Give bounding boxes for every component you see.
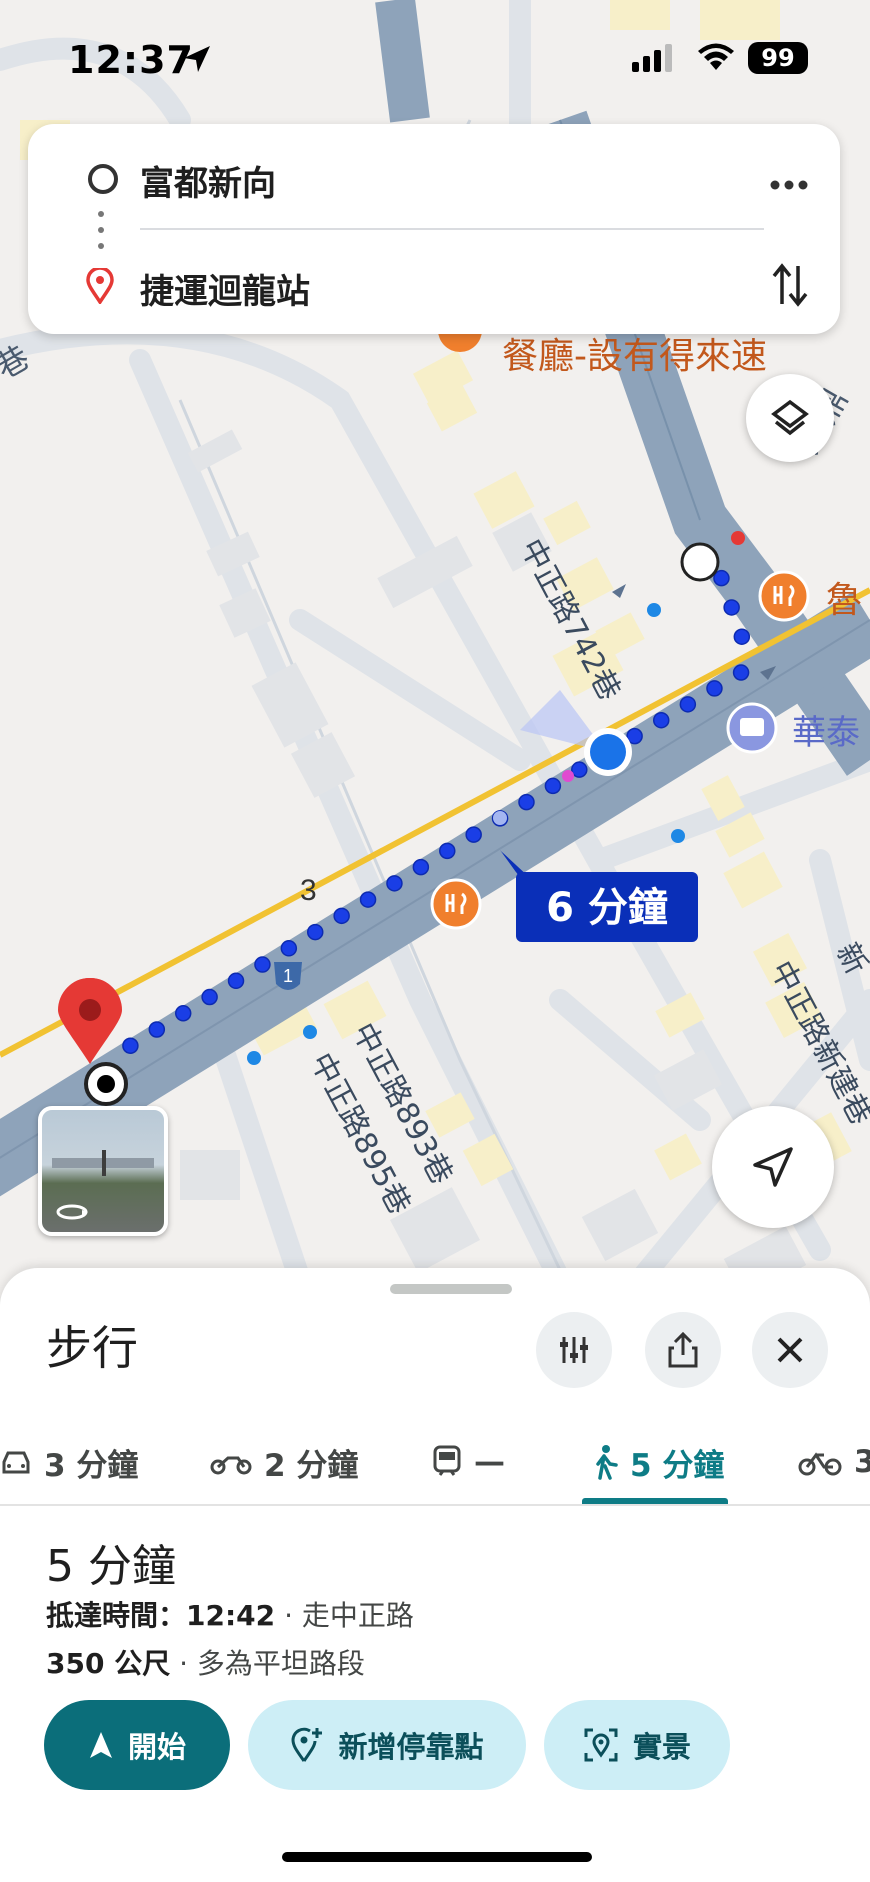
route-dot — [386, 875, 403, 892]
tab-motorcycle[interactable]: 2 分鐘 — [210, 1418, 358, 1506]
route-duration: 5 分鐘 — [46, 1541, 176, 1592]
route-dot — [122, 1037, 139, 1055]
route-dot — [333, 907, 350, 925]
more-options-icon[interactable] — [768, 164, 810, 206]
cellular-signal-icon — [632, 44, 672, 72]
tab-walking[interactable]: 5 分鐘 — [592, 1418, 724, 1506]
clock: 12:37 — [68, 38, 194, 82]
layers-button[interactable] — [746, 374, 834, 462]
mode-title: 步行 — [46, 1321, 138, 1375]
route-dot — [706, 680, 723, 697]
car-icon — [2, 1451, 30, 1474]
route-dot — [439, 842, 456, 860]
route-dot — [359, 891, 377, 908]
battery-indicator: 99 — [748, 42, 808, 74]
svg-text:1: 1 — [283, 966, 293, 986]
highway-number-3: 3 — [300, 874, 317, 907]
tab-cycling[interactable]: 3 — [798, 1418, 870, 1506]
route-dot — [306, 923, 324, 941]
add-location-icon — [291, 1727, 323, 1762]
walk-icon — [596, 1445, 618, 1480]
svg-text:6 分鐘: 6 分鐘 — [546, 885, 668, 931]
route-dot — [652, 711, 670, 729]
route-dot — [412, 858, 430, 876]
transit-icon — [433, 1445, 461, 1476]
route-dot — [227, 972, 245, 990]
add-stop-button[interactable]: 新增停靠點 — [248, 1700, 526, 1790]
start-button[interactable]: 開始 — [44, 1700, 230, 1790]
route-dot — [518, 793, 535, 811]
recenter-navigation-button[interactable] — [712, 1106, 834, 1228]
bike-icon — [798, 1452, 842, 1476]
terrain-note: · 多為平坦路段 — [179, 1647, 365, 1680]
route-dot — [280, 940, 298, 957]
divider — [0, 1504, 870, 1506]
tab-driving[interactable]: 3 分鐘 — [0, 1418, 138, 1506]
rotate-360-icon — [52, 1150, 154, 1220]
route-options-button[interactable] — [536, 1312, 612, 1388]
route-dot — [544, 777, 562, 795]
poi-label-huatai[interactable]: 華泰 — [792, 713, 860, 753]
location-arrow-icon — [184, 46, 210, 72]
close-button[interactable] — [752, 1312, 828, 1388]
arrival-time: 12:42 — [186, 1599, 276, 1632]
route-dot — [732, 664, 750, 681]
swap-icon[interactable] — [770, 260, 810, 310]
directions-sheet: 步行 3 分鐘 2 分鐘 — 5 分鐘 3 5 分鐘 抵達時間：12:42 · … — [0, 1268, 870, 1882]
arrival-info: 抵達時間：12:42 · 走中正路 — [46, 1599, 414, 1632]
bus-stop-icon[interactable] — [726, 702, 778, 754]
share-icon — [668, 1331, 698, 1368]
live-view-button[interactable]: 實景 — [544, 1700, 730, 1790]
travel-mode-tabs: 3 分鐘 2 分鐘 — 5 分鐘 3 — [0, 1418, 870, 1506]
destination-pin-icon — [86, 268, 114, 304]
home-indicator — [282, 1852, 592, 1862]
route-via: · 走中正路 — [284, 1599, 414, 1632]
route-connector-icon — [98, 211, 104, 249]
route-dot — [174, 1005, 192, 1022]
route-distance: 350 公尺 — [46, 1647, 171, 1680]
origin-field[interactable]: 富都新向 — [140, 156, 276, 205]
restaurant-icon[interactable] — [758, 570, 810, 622]
share-button[interactable] — [645, 1312, 721, 1388]
route-dot — [723, 599, 740, 616]
sliders-icon — [560, 1337, 588, 1363]
route-dot — [201, 988, 218, 1006]
status-bar: 12:37 99 — [0, 0, 870, 116]
destination-field[interactable]: 捷運迴龍站 — [140, 264, 310, 313]
live-view-icon — [584, 1728, 618, 1762]
route-dot — [733, 628, 751, 645]
restaurant-icon[interactable] — [430, 878, 482, 930]
drag-handle[interactable] — [390, 1284, 512, 1294]
street-view-thumbnail[interactable] — [38, 1106, 168, 1236]
layers-icon — [771, 399, 809, 436]
poi-label-lu[interactable]: 魯 — [826, 580, 862, 621]
distance-info: 350 公尺 · 多為平坦路段 — [46, 1642, 365, 1682]
route-dot — [713, 569, 730, 587]
origin-circle-icon — [88, 164, 118, 194]
wifi-icon — [698, 43, 734, 70]
route-dot — [148, 1021, 166, 1038]
route-dot — [679, 696, 697, 713]
highway-shield-1: 1 — [274, 962, 302, 990]
route-dot — [465, 826, 482, 843]
tab-transit[interactable]: — — [432, 1418, 505, 1506]
poi-label-restaurant[interactable]: 餐廳-設有得來速 — [502, 336, 767, 377]
route-dot — [254, 956, 271, 973]
route-dot — [571, 761, 588, 778]
navigation-arrow-icon — [753, 1147, 793, 1187]
navigation-arrow-icon — [89, 1732, 112, 1758]
route-card: 富都新向 捷運迴龍站 — [28, 124, 840, 334]
divider — [140, 228, 764, 230]
close-icon — [777, 1337, 803, 1363]
motorcycle-icon — [210, 1456, 252, 1475]
